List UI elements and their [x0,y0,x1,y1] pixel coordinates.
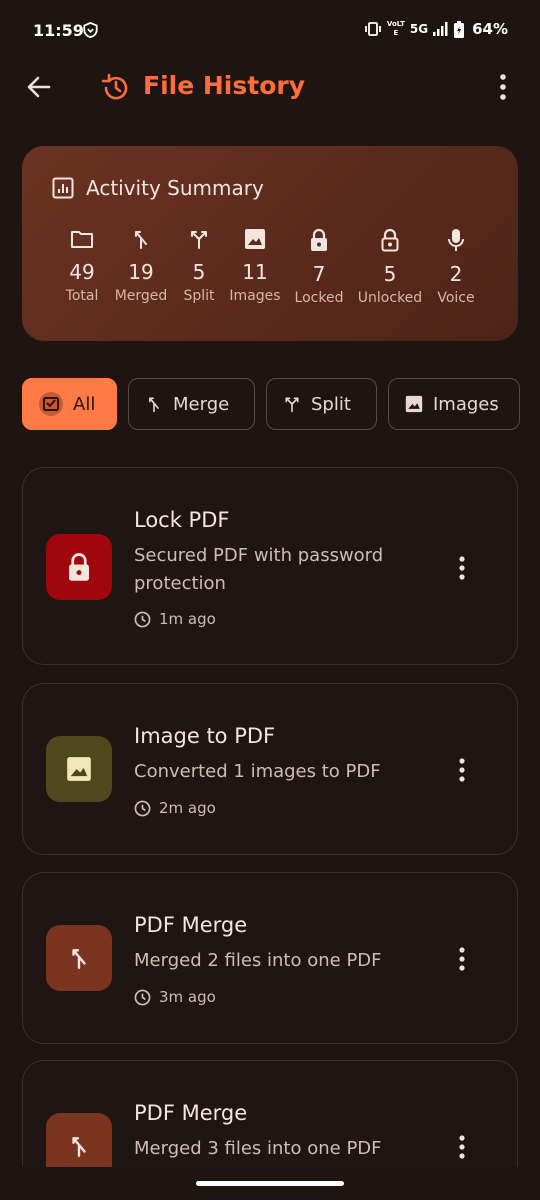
history-item-time: 3m ago [134,988,216,1006]
history-item-time: 2m ago [134,799,216,817]
stat-label: Images [229,288,281,304]
history-item-title: PDF Merge [134,1101,248,1125]
history-item-title: Image to PDF [134,724,276,748]
lock-icon [69,553,89,581]
merge-icon [149,397,159,413]
stat-unlocked: 5 Unlocked [355,228,425,306]
history-item-time-text: 2m ago [159,799,216,817]
filter-chip-images[interactable]: Images [388,378,520,430]
stat-label: Unlocked [357,290,423,306]
filter-chip-merge[interactable]: Merge [128,378,255,430]
stat-locked: 7 Locked [284,228,354,306]
history-item[interactable]: PDF Merge Merged 3 files into one PDF [22,1060,518,1167]
stat-images: 11 Images [220,228,290,304]
split-icon [285,397,299,413]
stat-value: 5 [383,262,397,286]
clock-icon [134,611,151,627]
checklist-icon [39,392,63,416]
history-item-tile [46,736,112,802]
history-item-time: 1m ago [134,610,216,628]
clock-icon [134,800,151,816]
filter-chip-label: All [73,393,96,415]
history-item-desc: Secured PDF with password protection [134,545,384,594]
history-item[interactable]: Image to PDF Converted 1 images to PDF 2… [22,683,518,855]
analytics-icon [52,177,74,199]
activity-summary-card: Activity Summary 49 Total 19 Merged 5 Sp… [22,146,518,341]
clock-icon [134,989,151,1005]
vibrate-icon [364,22,381,36]
battery-percent: 64% [472,20,508,38]
history-item-tile [46,1113,112,1167]
merge-icon [72,949,86,970]
summary-title: Activity Summary [86,176,264,200]
history-item-time-text: 1m ago [159,610,216,628]
image-icon [67,757,91,781]
lock-icon [311,228,327,251]
app-bar: File History [0,60,540,116]
volte-label: VoLTE [386,20,405,37]
signal-icon [433,22,448,36]
history-item-tile [46,925,112,991]
more-vert-icon[interactable] [486,70,520,104]
stat-value: 2 [449,262,463,286]
filter-chip-label: Images [433,393,499,415]
history-item-desc: Merged 2 files into one PDF [134,950,382,971]
history-item-title: Lock PDF [134,508,230,532]
history-item[interactable]: Lock PDF Secured PDF with password prote… [22,467,518,665]
unlock-icon [381,228,399,252]
history-item-desc: Converted 1 images to PDF [134,761,381,782]
history-icon [101,73,128,100]
split-icon [191,231,207,249]
status-time: 11:59 [33,21,84,40]
more-vert-icon[interactable] [447,1130,477,1164]
history-item-time-text: 3m ago [159,988,216,1006]
filter-chip-label: Merge [173,393,230,415]
stat-value: 7 [312,262,326,286]
image-icon [405,395,423,413]
list-clip: PDF Merge Merged 3 files into one PDF [0,1050,540,1167]
stat-label: Locked [294,290,344,306]
mic-icon [448,229,464,251]
arrow-back-icon[interactable] [22,70,56,104]
battery-icon [454,20,465,38]
history-item[interactable]: PDF Merge Merged 2 files into one PDF 3m… [22,872,518,1044]
filter-chips: All Merge Split Images [22,378,540,430]
merge-icon [72,1137,86,1158]
filter-chip-label: Split [311,393,351,415]
status-bar: 11:59 VoLTE 5G 64% [0,0,540,60]
history-item-tile [46,534,112,600]
filter-chip-split[interactable]: Split [266,378,377,430]
network-5g-label: 5G [409,21,429,36]
history-item-title: PDF Merge [134,913,248,937]
stat-label: Voice [437,290,475,306]
merge-icon [135,231,147,249]
filter-chip-all[interactable]: All [22,378,117,430]
shield-icon [83,22,98,38]
summary-header: Activity Summary [52,176,264,200]
history-item-desc: Merged 3 files into one PDF [134,1138,382,1159]
more-vert-icon[interactable] [447,942,477,976]
page-title: File History [143,71,305,100]
image-icon [245,229,265,249]
stat-value: 11 [242,260,268,284]
folder-icon [71,231,93,248]
stat-voice: 2 Voice [421,228,491,306]
home-indicator[interactable] [196,1181,344,1186]
more-vert-icon[interactable] [447,551,477,585]
more-vert-icon[interactable] [447,753,477,787]
